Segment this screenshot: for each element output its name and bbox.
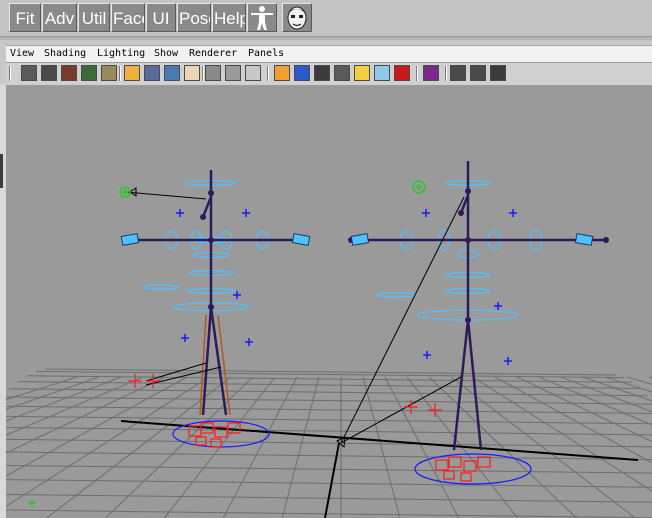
menu-panels[interactable]: Panels — [248, 47, 284, 61]
3d-viewport[interactable] — [6, 85, 652, 518]
menu-shading[interactable]: Shading — [44, 47, 86, 61]
toolbar-separator — [416, 66, 418, 81]
gate-mask-icon[interactable] — [184, 65, 200, 81]
isolate-select-icon[interactable] — [274, 65, 290, 81]
adv-button[interactable]: Adv — [42, 3, 77, 32]
joint-dots-left — [123, 190, 309, 310]
grid-line — [6, 451, 652, 461]
grid-line — [6, 479, 652, 488]
t-pose-figure-icon[interactable] — [247, 3, 277, 32]
shelf: Fit Adv Util Face UI Pose Help — [0, 0, 652, 36]
grid-icon[interactable] — [124, 65, 140, 81]
fit-button[interactable]: Fit — [9, 3, 41, 32]
motion-blur-icon[interactable] — [490, 65, 506, 81]
flat-shade-icon[interactable] — [334, 65, 350, 81]
character-rig-left[interactable] — [119, 170, 311, 448]
ik-targets-left — [128, 374, 160, 388]
xray-icon[interactable] — [374, 65, 390, 81]
grid-line — [362, 376, 401, 518]
view-axis-indicator — [28, 499, 36, 507]
util-button[interactable]: Util — [78, 3, 110, 32]
z-axis-line — [324, 442, 340, 518]
textured-icon[interactable] — [394, 65, 410, 81]
grid-line — [428, 376, 578, 518]
ambient-occlusion-icon[interactable] — [470, 65, 486, 81]
grid-line — [6, 464, 652, 474]
grid-line — [8, 388, 649, 397]
resolution-gate-icon[interactable] — [164, 65, 180, 81]
grid-line — [281, 376, 320, 518]
menu-lighting[interactable]: Lighting — [97, 47, 145, 61]
shadows-icon[interactable] — [450, 65, 466, 81]
bookmarks-icon[interactable] — [61, 65, 77, 81]
wireframe-icon[interactable] — [294, 65, 310, 81]
toolbar-separator — [202, 66, 204, 81]
joints-right — [351, 161, 606, 451]
smooth-shade-icon[interactable] — [314, 65, 330, 81]
grid-line — [6, 438, 652, 448]
viewport-canvas[interactable] — [6, 85, 652, 518]
grid-line — [472, 376, 652, 492]
grid-line — [17, 381, 641, 389]
menu-renderer[interactable]: Renderer — [189, 47, 237, 61]
grid-line — [384, 376, 460, 518]
toolbar-separator — [267, 66, 269, 81]
grid-line — [6, 509, 652, 518]
toolbar-separator — [119, 66, 121, 81]
safe-title-icon[interactable] — [245, 65, 261, 81]
select-camera-icon[interactable] — [21, 65, 37, 81]
edge-marker — [0, 154, 3, 188]
camera-attributes-icon[interactable] — [41, 65, 57, 81]
ctrl-curves-right — [375, 179, 543, 321]
image-plane-icon[interactable] — [81, 65, 97, 81]
menu-show[interactable]: Show — [154, 47, 178, 61]
use-lights-icon[interactable] — [354, 65, 370, 81]
character-face-icon[interactable] — [282, 3, 312, 32]
foot-ctrl-ring-right — [414, 453, 532, 485]
pole-marker-right — [412, 180, 426, 194]
grid-line — [560, 376, 652, 413]
2d-pan-zoom-icon[interactable] — [101, 65, 117, 81]
film-gate-icon[interactable] — [144, 65, 160, 81]
panel-menubar: View Shading Lighting Show Renderer Pane… — [6, 45, 652, 62]
xray-joints-icon[interactable] — [423, 65, 439, 81]
joint-dots-right — [348, 188, 609, 323]
grid-line — [494, 376, 652, 464]
toolbar-separator — [9, 66, 11, 81]
pose-button[interactable]: Pose — [177, 3, 211, 32]
menu-view[interactable]: View — [10, 47, 34, 61]
safe-action-icon[interactable] — [225, 65, 241, 81]
grid-line — [6, 396, 652, 405]
ctrl-curves-left — [142, 179, 269, 312]
field-chart-icon[interactable] — [205, 65, 221, 81]
grid-line — [6, 426, 652, 436]
toolbar-separator — [445, 66, 447, 81]
panel-toolbar — [6, 62, 652, 86]
ui-button[interactable]: UI — [146, 3, 176, 32]
face-button[interactable]: Face — [111, 3, 145, 32]
grid-line — [538, 376, 652, 426]
foot-ctrls-right — [435, 456, 491, 482]
viewport-panel: View Shading Lighting Show Renderer Pane… — [0, 40, 652, 518]
help-button[interactable]: Help — [212, 3, 246, 32]
grid-line — [626, 376, 652, 385]
